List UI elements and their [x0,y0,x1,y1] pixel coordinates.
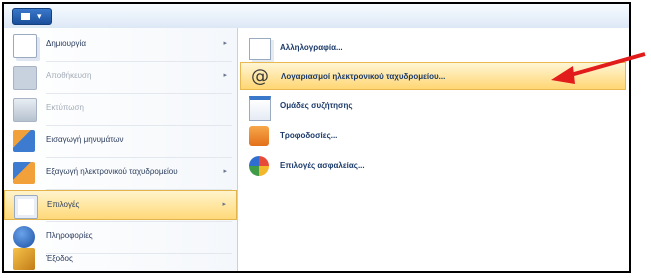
menu-item-print[interactable]: Εκτύπωση [4,94,237,124]
exit-icon [13,248,35,270]
menu-item-new[interactable]: Δημιουργία ▸ [4,30,237,60]
new-document-icon [13,34,37,58]
menu-item-label: Εξαγωγή ηλεκτρονικού ταχυδρομείου [46,167,178,176]
menu-item-import[interactable]: Εισαγωγή μηνυμάτων [4,126,237,156]
menu-item-label: Δημιουργία [46,39,86,48]
menu-item-label: Αποθήκευση [46,71,92,80]
menu-item-label: Επιλογές [47,200,80,209]
chevron-down-icon: ▾ [37,11,42,21]
submenu-item-label: Ομάδες συζήτησης [280,101,353,110]
menu-item-label: Εκτύπωση [46,103,84,112]
app-menu-button[interactable]: ▾ [12,8,52,25]
at-sign-icon: @ [251,66,269,87]
mail-options-icon [249,38,271,60]
title-bar: ▾ [4,4,629,29]
import-icon [13,130,35,152]
menu-item-export[interactable]: Εξαγωγή ηλεκτρονικού ταχυδρομείου ▸ [4,158,237,188]
print-icon [13,98,37,122]
submenu-item-feeds[interactable]: Τροφοδοσίες... [240,122,626,150]
export-icon [13,162,35,184]
menu-item-label: Πληροφορίες [46,231,93,240]
chevron-right-icon: ▸ [223,168,227,175]
submenu-item-label: Τροφοδοσίες... [280,131,338,140]
save-icon [13,66,37,90]
main-menu-panel: Δημιουργία ▸ Αποθήκευση ▸ Εκτύπωση Εισαγ… [4,28,238,271]
submenu-item-label: Αλληλογραφία... [280,43,343,52]
submenu-item-label: Επιλογές ασφαλείας... [280,161,365,170]
options-icon [14,195,38,219]
submenu-item-label: Λογαριασμοί ηλεκτρονικού ταχυδρομείου... [281,72,446,81]
newsgroup-icon [249,96,271,121]
menu-item-label: Εισαγωγή μηνυμάτων [46,135,124,144]
menu-item-label: Έξοδος [46,254,73,263]
submenu-item-newsgroups[interactable]: Ομάδες συζήτησης [240,92,626,121]
security-icon [249,156,269,176]
annotation-arrow-icon [551,52,646,84]
chevron-right-icon: ▸ [223,72,227,79]
chevron-right-icon: ▸ [223,40,227,47]
chevron-right-icon: ▸ [222,201,226,208]
menu-item-save[interactable]: Αποθήκευση ▸ [4,62,237,92]
menu-item-exit[interactable]: Έξοδος [4,241,237,271]
menu-item-options[interactable]: Επιλογές ▸ [4,190,237,220]
rss-icon [249,126,269,146]
submenu-item-security[interactable]: Επιλογές ασφαλείας... [240,152,626,180]
application-menu-window: ▾ Δημιουργία ▸ Αποθήκευση ▸ Εκτύπωση Εισ… [2,2,631,273]
app-menu-icon [21,13,30,20]
